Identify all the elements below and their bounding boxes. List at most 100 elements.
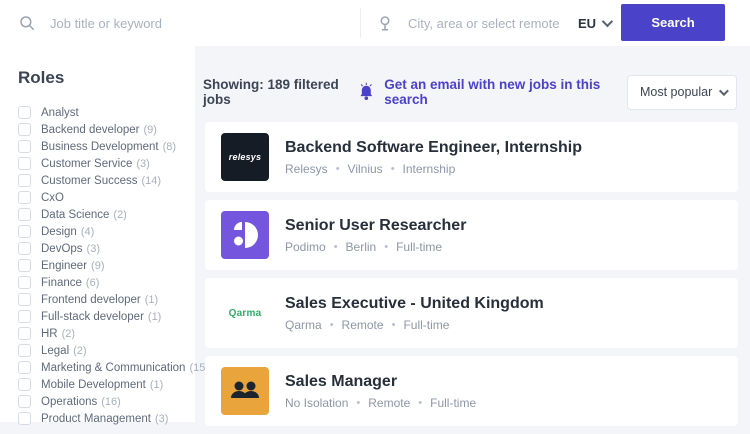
role-filter-frontend-developer[interactable]: Frontend developer (1): [18, 291, 195, 308]
bullet-separator: •: [333, 240, 338, 253]
region-dropdown[interactable]: EU: [578, 0, 614, 46]
checkbox[interactable]: [18, 361, 31, 374]
company: No Isolation: [285, 395, 349, 410]
role-label: Customer Service: [41, 157, 133, 170]
job-card-body: Sales Executive - United Kingdom Qarma • Re…: [285, 295, 544, 332]
role-filter-customer-success[interactable]: Customer Success (14): [18, 172, 195, 189]
role-label: DevOps: [41, 242, 83, 255]
job-type: Full-time: [396, 239, 443, 254]
roles-list: Analyst Backend developer (9) Business Deve…: [18, 104, 209, 427]
job-location: Berlin: [345, 239, 377, 254]
role-filter-analyst[interactable]: Analyst: [18, 104, 195, 121]
role-label: Customer Success: [41, 174, 138, 187]
job-title: Sales Manager: [285, 372, 398, 390]
job-card[interactable]: relesys Backend Software Engineer, Intern…: [205, 122, 738, 192]
job-search-field[interactable]: [18, 0, 353, 46]
role-count: (9): [143, 123, 157, 136]
checkbox[interactable]: [18, 327, 31, 340]
role-filter-hr[interactable]: HR (2): [18, 325, 195, 342]
job-title: Sales Executive - United Kingdom: [285, 294, 544, 312]
role-filter-backend-developer[interactable]: Backend developer (9): [18, 121, 195, 138]
checkbox[interactable]: [18, 259, 31, 272]
job-meta: No Isolation • Remote • Full-time: [285, 396, 476, 410]
checkbox[interactable]: [18, 208, 31, 221]
people-logo-glyph: [231, 381, 259, 398]
role-filter-operations[interactable]: Operations (16): [18, 393, 195, 410]
role-label: Design: [41, 225, 77, 238]
job-type: Full-time: [403, 317, 450, 332]
role-label: Mobile Development: [41, 378, 146, 391]
role-filter-mobile-development[interactable]: Mobile Development (1): [18, 376, 195, 393]
checkbox[interactable]: [18, 378, 31, 391]
role-count: (3): [154, 412, 169, 425]
role-filter-full-stack-developer[interactable]: Full-stack developer (1): [18, 308, 195, 325]
role-filter-devops[interactable]: DevOps (3): [18, 240, 195, 257]
role-count: (3): [86, 242, 100, 255]
bullet-separator: •: [356, 396, 361, 409]
checkbox[interactable]: [18, 344, 31, 357]
job-card[interactable]: Senior User Researcher Podimo • Berlin • Full…: [205, 200, 738, 270]
checkbox[interactable]: [18, 191, 31, 204]
location-field[interactable]: [376, 0, 576, 46]
company-logo: [221, 367, 269, 415]
role-label: Finance: [41, 276, 82, 289]
location-input[interactable]: [408, 15, 576, 31]
role-label: Engineer: [41, 259, 88, 272]
search-button[interactable]: Search: [621, 4, 725, 41]
job-card-body: Senior User Researcher Podimo • Berlin • Full…: [285, 217, 466, 254]
sidebar-title: Roles: [18, 68, 65, 87]
role-label: Data Science: [41, 208, 110, 221]
role-filter-customer-service[interactable]: Customer Service (3): [18, 155, 195, 172]
sort-dropdown[interactable]: Most popular: [627, 74, 737, 110]
role-filter-marketing-communication[interactable]: Marketing & Communication (15): [18, 359, 209, 376]
checkbox[interactable]: [18, 106, 31, 119]
job-title-input[interactable]: [50, 15, 353, 31]
email-alert-link[interactable]: Get an email with new jobs in this searc…: [358, 77, 627, 107]
role-count: (2): [113, 208, 127, 221]
job-list: relesys Backend Software Engineer, Intern…: [205, 122, 738, 434]
job-location: Remote: [341, 317, 384, 332]
checkbox[interactable]: [18, 276, 31, 289]
role-label: Operations: [41, 395, 98, 408]
role-label: Full-stack developer: [41, 310, 144, 323]
bullet-separator: •: [391, 318, 396, 331]
job-location: Vilnius: [347, 161, 383, 176]
role-filter-cxo[interactable]: CxO: [18, 189, 195, 206]
job-card[interactable]: Qarma Sales Executive - United Kingdom Qar…: [205, 278, 738, 348]
role-label: CxO: [41, 191, 64, 204]
role-count: (9): [91, 259, 105, 272]
checkbox[interactable]: [18, 412, 31, 425]
role-count: (1): [147, 310, 162, 323]
role-filter-design[interactable]: Design (4): [18, 223, 195, 240]
company: Podimo: [285, 239, 326, 254]
role-filter-data-science[interactable]: Data Science (2): [18, 206, 195, 223]
company-logo-text: relesys: [228, 152, 262, 162]
checkbox[interactable]: [18, 157, 31, 170]
company-logo: relesys: [221, 133, 269, 181]
checkbox[interactable]: [18, 293, 31, 306]
job-type: Internship: [402, 161, 456, 176]
role-count: (3): [136, 157, 150, 170]
role-filter-finance[interactable]: Finance (6): [18, 274, 195, 291]
job-card[interactable]: Sales Manager No Isolation • Remote • Full-ti…: [205, 356, 738, 426]
job-location: Remote: [368, 395, 411, 410]
checkbox[interactable]: [18, 395, 31, 408]
company: Relesys: [285, 161, 328, 176]
chevron-down-icon: [718, 85, 729, 96]
bullet-separator: •: [418, 396, 423, 409]
role-filter-engineer[interactable]: Engineer (9): [18, 257, 195, 274]
checkbox[interactable]: [18, 140, 31, 153]
role-count: (14): [141, 174, 162, 187]
checkbox[interactable]: [18, 174, 31, 187]
checkbox[interactable]: [18, 123, 31, 136]
roles-sidebar: Roles Analyst Backend developer (9) Busines…: [0, 46, 209, 425]
bell-icon: [360, 82, 372, 101]
role-filter-business-development[interactable]: Business Development (8): [18, 138, 195, 155]
checkbox[interactable]: [18, 242, 31, 255]
job-title: Senior User Researcher: [285, 216, 467, 234]
role-filter-legal[interactable]: Legal (2): [18, 342, 195, 359]
location-pin-icon: [380, 16, 390, 31]
role-filter-product-management[interactable]: Product Management (3): [18, 410, 195, 427]
checkbox[interactable]: [18, 310, 31, 323]
checkbox[interactable]: [18, 225, 31, 238]
